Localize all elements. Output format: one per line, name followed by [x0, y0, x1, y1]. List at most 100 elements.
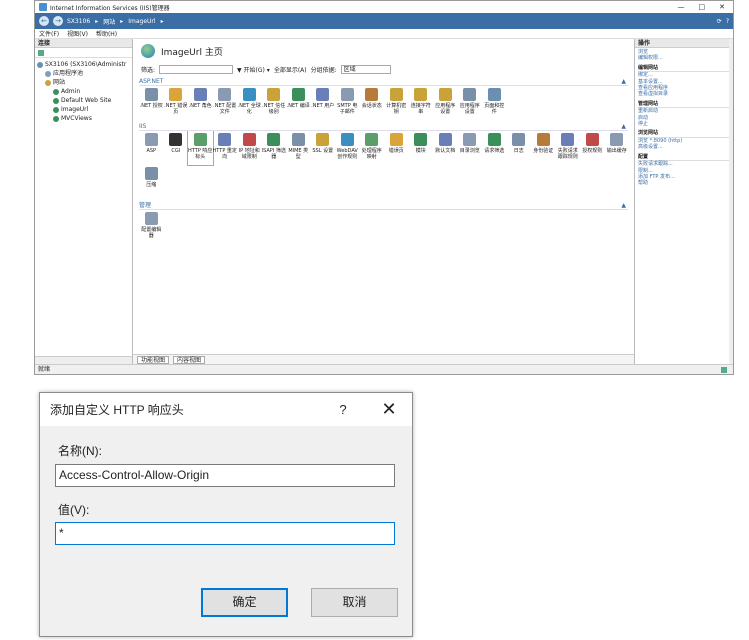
section-header[interactable]: 管理 ▲: [139, 201, 628, 210]
tree-node[interactable]: Default Web Site: [37, 96, 130, 105]
action-link[interactable]: 查看虚拟目录: [638, 91, 730, 97]
feature-item[interactable]: 压缩: [139, 165, 164, 199]
feature-item[interactable]: .NET 角色: [188, 86, 213, 120]
help-icon[interactable]: ?: [726, 18, 729, 25]
maximize-button[interactable]: □: [699, 3, 706, 11]
feature-item[interactable]: 应用程序设置: [433, 86, 458, 120]
tab-content-view[interactable]: 内容视图: [173, 355, 206, 364]
tree-node-label: ImageUrl: [61, 106, 89, 113]
menu-help[interactable]: 帮助(H): [96, 29, 117, 38]
tree-node[interactable]: 应用程序池: [37, 69, 130, 78]
feature-item[interactable]: SSL 设置: [311, 131, 336, 165]
refresh-icon[interactable]: ⟳: [717, 18, 722, 25]
collapse-icon[interactable]: ▲: [621, 201, 626, 210]
feature-item[interactable]: 日志: [507, 131, 532, 165]
tree-node[interactable]: Admin: [37, 87, 130, 96]
breadcrumb-item[interactable]: ImageUrl: [128, 18, 155, 25]
feature-item[interactable]: 页面和控件: [482, 86, 507, 120]
feature-item[interactable]: 目录浏览: [458, 131, 483, 165]
name-field[interactable]: Access-Control-Allow-Origin: [55, 464, 395, 487]
feature-label: 会话状态: [361, 103, 382, 109]
menu-file[interactable]: 文件(F): [39, 29, 59, 38]
ok-button[interactable]: 确定: [201, 588, 288, 617]
filter-input[interactable]: [159, 64, 234, 74]
feature-item[interactable]: .NET 错误页: [164, 86, 189, 120]
feature-item[interactable]: .NET 编译: [286, 86, 311, 120]
feature-item[interactable]: 错误页: [384, 131, 409, 165]
breadcrumb-item[interactable]: 网站: [103, 17, 115, 26]
feature-item[interactable]: 处理程序映射: [360, 131, 385, 165]
feature-item[interactable]: .NET 全球化: [237, 86, 262, 120]
feature-icon: [536, 133, 550, 146]
action-link[interactable]: 高级设置...: [638, 144, 730, 150]
feature-item[interactable]: 失败请求跟踪规则: [556, 131, 581, 165]
forward-icon[interactable]: →: [53, 16, 63, 26]
feature-item[interactable]: CGI: [164, 131, 189, 165]
feature-label: 连接字符串: [410, 103, 431, 115]
feature-item[interactable]: 会话状态: [360, 86, 385, 120]
section-header[interactable]: IIS ▲: [139, 122, 628, 131]
feature-item[interactable]: 配置编辑器: [139, 210, 164, 244]
tab-features-view[interactable]: 功能视图: [137, 355, 170, 364]
feature-label: .NET 全球化: [237, 103, 261, 115]
action-link[interactable]: 停止: [638, 121, 730, 127]
feature-item[interactable]: HTTP 响应标头: [187, 130, 214, 166]
action-link[interactable]: 编辑权限...: [638, 55, 730, 61]
feature-item[interactable]: IP 地址和域限制: [237, 131, 262, 165]
feature-label: 身份验证: [533, 148, 554, 154]
collapse-icon[interactable]: ▲: [621, 77, 626, 86]
value-field[interactable]: *: [55, 522, 395, 545]
feature-icon: [291, 88, 305, 101]
horizontal-scrollbar[interactable]: [35, 356, 132, 364]
feature-item[interactable]: ASP: [139, 131, 164, 165]
close-button[interactable]: ✕: [719, 3, 725, 11]
feature-item[interactable]: 模块: [409, 131, 434, 165]
feature-item[interactable]: 请求筛选: [482, 131, 507, 165]
feature-icon: [316, 88, 330, 101]
help-button[interactable]: ?: [320, 402, 366, 417]
connect-icon[interactable]: [38, 49, 44, 56]
feature-label: 配置编辑器: [141, 227, 162, 239]
section-header[interactable]: ASP.NET ▲: [139, 77, 628, 86]
feature-item[interactable]: 输出缓存: [605, 131, 630, 165]
minimize-button[interactable]: —: [678, 3, 685, 11]
feature-label: IP 地址和域限制: [238, 148, 260, 160]
feature-item[interactable]: 应用程序设置: [458, 86, 483, 120]
vertical-scrollbar[interactable]: [729, 39, 733, 364]
group-by-select[interactable]: 区域: [340, 64, 391, 74]
feature-icon: [169, 88, 183, 101]
feature-item[interactable]: 身份验证: [531, 131, 556, 165]
feature-item[interactable]: ISAPI 筛选器: [262, 131, 287, 165]
feature-item[interactable]: 连接字符串: [409, 86, 434, 120]
feature-item[interactable]: WebDAV 创作规则: [335, 131, 360, 165]
feature-label: ASP: [146, 148, 157, 154]
name-label: 名称(N):: [58, 444, 102, 458]
tree-node[interactable]: 网站: [37, 78, 130, 87]
menu-view[interactable]: 视图(V): [67, 29, 88, 38]
feature-label: .NET 用户: [311, 103, 335, 109]
feature-item[interactable]: .NET 用户: [311, 86, 336, 120]
feature-item[interactable]: .NET 授权: [139, 86, 164, 120]
tree-node[interactable]: SX3106 (SX3106\Administr: [37, 60, 130, 69]
feature-grid: ASP CGI HTTP 响应标头 HTTP 重定向 IP 地址和域限制 ISAPI 筛选…: [133, 130, 634, 199]
feature-label: .NET 授权: [139, 103, 163, 109]
feature-item[interactable]: 计算机密钥: [384, 86, 409, 120]
feature-item[interactable]: MIME 类型: [286, 131, 311, 165]
show-all-button[interactable]: 全部显示(A): [274, 65, 307, 74]
feature-item[interactable]: .NET 信任级别: [262, 86, 287, 120]
feature-item[interactable]: HTTP 重定向: [213, 131, 238, 165]
action-link[interactable]: 帮助: [638, 180, 730, 186]
feature-item[interactable]: .NET 配置文件: [213, 86, 238, 120]
connections-header: 连接: [35, 39, 132, 48]
close-icon[interactable]: ✕: [366, 399, 412, 420]
collapse-icon[interactable]: ▲: [621, 122, 626, 131]
breadcrumb-item[interactable]: SX3106: [67, 18, 90, 25]
tree-node[interactable]: ImageUrl: [37, 105, 130, 114]
go-button[interactable]: ▼ 开始(G) ▾: [237, 65, 270, 74]
back-icon[interactable]: ←: [39, 16, 49, 26]
feature-item[interactable]: SMTP 电子邮件: [335, 86, 360, 120]
cancel-button[interactable]: 取消: [311, 588, 398, 617]
tree-node[interactable]: MVCViews: [37, 114, 130, 123]
feature-item[interactable]: 默认文档: [433, 131, 458, 165]
feature-item[interactable]: 授权规则: [580, 131, 605, 165]
